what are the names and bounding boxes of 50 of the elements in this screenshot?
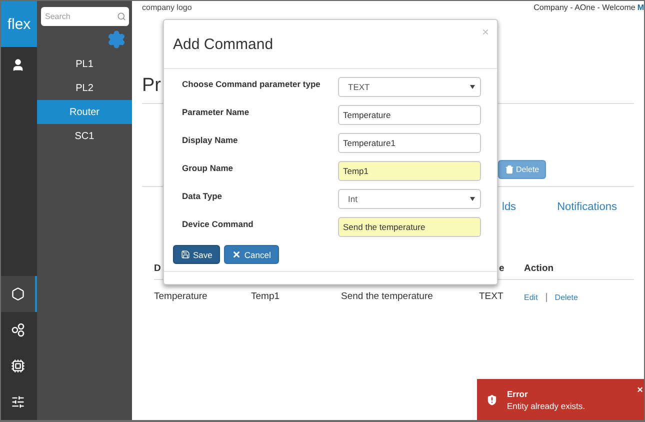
field-label: Display Name <box>182 134 239 145</box>
table-cell-text: Temp1 <box>251 290 281 302</box>
page-heading: Pr <box>142 75 161 98</box>
company-logo-text: company logo <box>142 3 192 14</box>
field-label: Group Name <box>182 162 234 173</box>
tab[interactable]: lds <box>502 201 516 219</box>
field-label: Parameter Name <box>182 106 250 117</box>
field-label: Device Command <box>182 218 254 229</box>
table-cell-text: TEXT <box>479 290 504 302</box>
floppy-icon <box>181 250 190 259</box>
column-header: Action <box>524 263 634 280</box>
tab[interactable]: Notifications <box>557 201 617 219</box>
table-cell-text: Temperature <box>154 290 208 302</box>
select-field[interactable]: TEXT <box>338 77 481 97</box>
field-label: Choose Command parameter type <box>182 78 322 89</box>
action-link[interactable]: Delete <box>554 292 578 302</box>
table-cell-text: Send the temperature <box>341 290 434 302</box>
circles-icon <box>11 323 25 337</box>
toast-message: Entity already exists. <box>507 400 585 410</box>
sidebar-item[interactable]: Router <box>37 100 132 124</box>
flex-logo[interactable]: flex <box>1 1 37 47</box>
chip-icon <box>11 359 25 373</box>
caret-icon <box>470 85 475 89</box>
toast-title: Error <box>507 388 529 398</box>
action-link[interactable]: Edit <box>524 292 538 302</box>
sidebar-item[interactable]: PL1 <box>37 52 132 76</box>
user-link[interactable]: M <box>637 3 644 15</box>
sliders-icon <box>11 395 25 409</box>
field-label: Data Type <box>182 190 223 201</box>
input-field[interactable]: Temperature <box>338 105 481 125</box>
cancel-button[interactable]: Cancel <box>224 245 279 264</box>
input-field[interactable]: Temperature1 <box>338 133 481 153</box>
shield-icon <box>485 392 499 406</box>
x-icon <box>232 250 242 259</box>
dialog-title: Add Command <box>173 36 274 52</box>
close-button[interactable]: × <box>637 385 643 396</box>
caret-icon <box>470 197 475 201</box>
input-field[interactable]: Temp1 <box>338 161 481 181</box>
hexagon-icon <box>11 287 25 301</box>
save-button[interactable]: Save <box>173 245 220 264</box>
search-icon <box>117 12 126 21</box>
user-icon <box>11 58 25 72</box>
select-field[interactable]: Int <box>338 189 481 209</box>
welcome-text: Company - AOne - Welcome <box>534 3 636 14</box>
trash-icon <box>505 165 514 174</box>
sidebar-item[interactable]: SC1 <box>37 124 132 148</box>
rail-item[interactable] <box>1 276 37 312</box>
search-field[interactable]: Search <box>41 7 129 26</box>
sidebar-item[interactable]: PL2 <box>37 76 132 100</box>
input-field[interactable]: Send the temperature <box>338 217 481 237</box>
